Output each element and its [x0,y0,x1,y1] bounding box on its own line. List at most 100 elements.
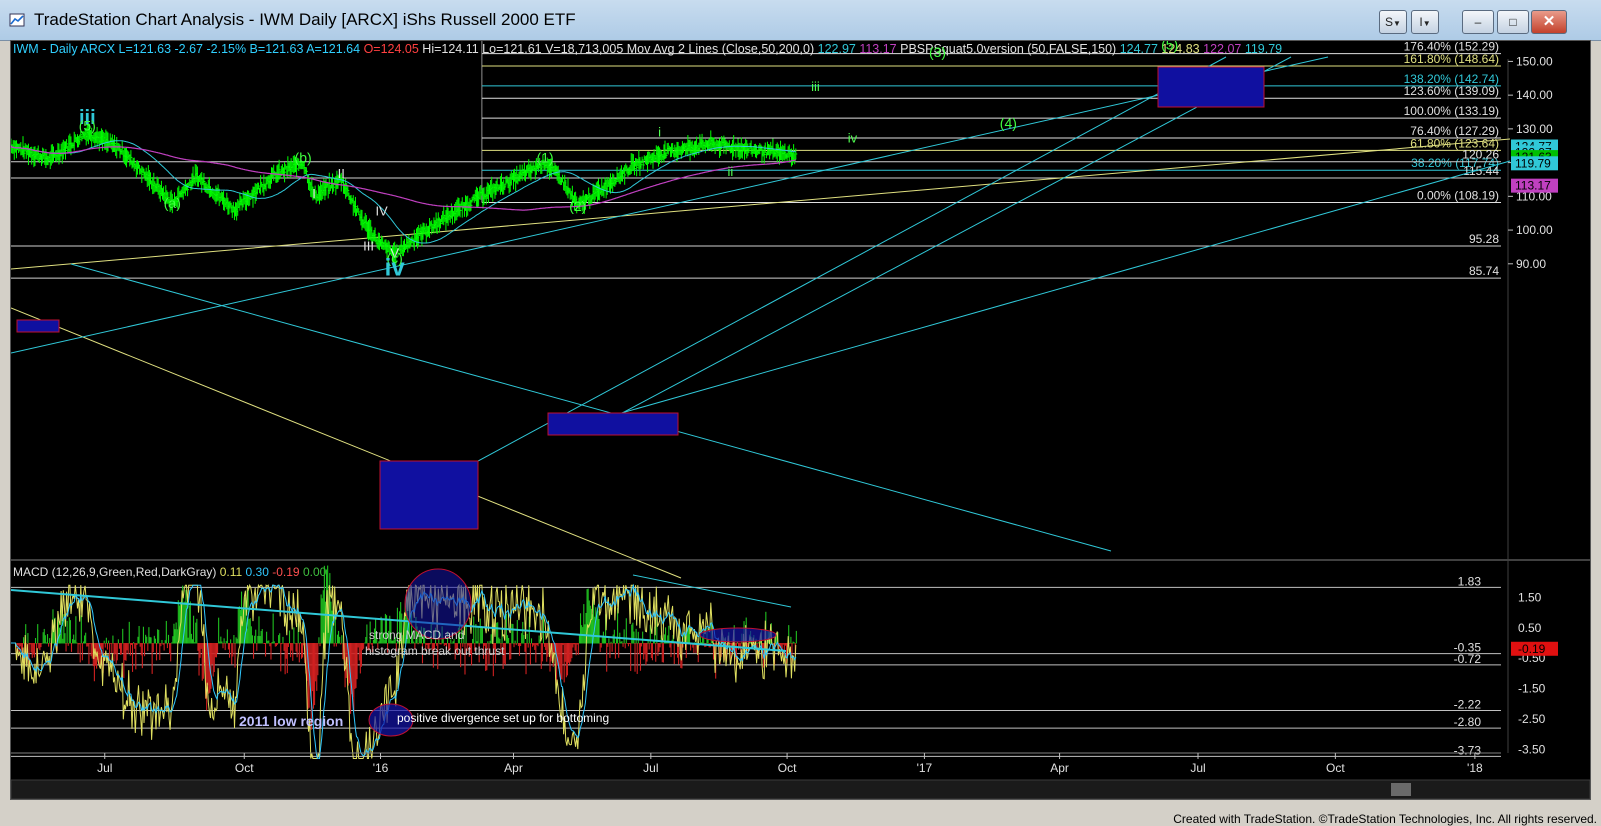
macd-histogram-bar [162,643,164,645]
macd-histogram-bar [655,643,657,662]
macd-histogram-bar [200,643,202,649]
macd-histogram-bar [227,643,230,650]
window-titlebar[interactable]: TradeStation Chart Analysis - IWM Daily … [0,0,1601,41]
maximize-button[interactable]: □ [1497,10,1529,34]
macd-histogram-bar [143,643,146,657]
macd-histogram-bar [532,643,534,647]
macd-histogram-bar [126,643,128,651]
macd-histogram-bar [73,634,75,644]
macd-histogram-bar [270,643,272,660]
macd-histogram-bar [250,626,252,644]
macd-histogram-bar [74,639,76,644]
macd-histogram-bar [287,643,289,647]
chart-window[interactable]: IWM - Daily ARCX L=121.63 -2.67 -2.15% B… [10,40,1591,800]
macd-histogram-bar [341,635,343,644]
macd-histogram-bar [282,636,284,644]
macd-histogram-bar [795,630,797,644]
macd-histogram-bar [504,643,506,665]
macd-histogram-bar [473,616,475,644]
macd-histogram-bar [321,598,323,644]
macd-histogram-bar [490,634,492,644]
macd-histogram-bar [271,642,273,644]
macd-histogram-bar [515,643,517,646]
macd-histogram-bar [171,642,173,644]
macd-histogram-bar [109,643,111,660]
macd-histogram-bar [104,643,106,648]
macd-histogram-bar [639,643,642,671]
macd-histogram-bar [124,643,126,661]
macd-histogram-bar [231,643,233,665]
symbol-link-s-button[interactable]: S▼ [1379,10,1407,34]
macd-histogram-bar [620,641,622,644]
macd-histogram-bar [84,635,86,644]
elliott-wave-label: I [312,186,316,201]
macd-histogram-bar [629,643,631,644]
macd-histogram-bar [113,643,115,662]
price-axis-tick-label: 90.00 [1516,257,1546,271]
macd-histogram-bar [147,643,149,651]
macd-histogram-bar [120,643,122,655]
macd-histogram-bar [612,634,614,644]
macd-histogram-bar [201,643,203,681]
macd-histogram-bar [106,643,109,650]
dropdown-arrow-icon: ▼ [1393,19,1401,28]
macd-histogram-bar [146,636,148,644]
macd-histogram-bar [534,643,536,650]
macd-histogram-bar [64,633,66,644]
price-chart-svg[interactable]: IWM - Daily ARCX L=121.63 -2.67 -2.15% B… [11,41,1590,799]
macd-histogram-bar [610,641,612,644]
scrollbar-thumb[interactable] [1391,783,1411,796]
macd-histogram-bar [279,633,281,644]
macd-histogram-bar [110,643,112,644]
macd-histogram-bar [496,622,498,644]
macd-histogram-bar [197,643,199,651]
macd-histogram-bar [517,643,519,647]
macd-histogram-bar [136,643,138,646]
macd-histogram-bar [264,643,267,657]
date-axis-label: Oct [1326,761,1345,775]
macd-histogram-bar [32,643,34,655]
macd-histogram-bar [318,637,320,644]
macd-histogram-bar [190,633,192,644]
date-axis-label: Apr [1050,761,1069,775]
macd-histogram-bar [158,629,160,644]
maximize-icon: □ [1509,15,1517,29]
macd-histogram-bar [133,642,135,644]
macd-histogram-bar [202,643,204,679]
elliott-wave-label: (3) [929,44,946,60]
macd-histogram-bar [570,643,572,662]
horizontal-scrollbar[interactable] [11,779,1590,799]
macd-histogram-bar [637,631,639,644]
close-icon: ✕ [1542,13,1556,30]
macd-histogram-bar [572,643,574,648]
macd-histogram-bar [210,643,212,689]
target-box-iv-low [379,460,479,530]
macd-histogram-bar [561,643,563,680]
macd-histogram-bar [195,622,197,644]
minimize-button[interactable]: ‒ [1462,10,1494,34]
macd-histogram-bar [176,629,178,644]
macd-histogram-bar [41,642,43,644]
macd-histogram-bar [164,640,166,644]
macd-histogram-bar [630,643,632,672]
macd-histogram-bar [298,643,300,663]
symbol-link-i-button[interactable]: I▼ [1411,10,1439,34]
macd-histogram-bar [235,637,237,644]
macd-histogram-bar [784,643,786,646]
macd-histogram-bar [134,643,136,649]
macd-histogram-bar [125,643,127,661]
macd-histogram-bar [524,643,526,652]
macd-axis-tick-label: 1.50 [1518,590,1542,604]
macd-level-label: -2.80 [1454,715,1482,729]
macd-histogram-bar [544,643,546,647]
macd-histogram-bar [39,643,41,651]
macd-histogram-bar [18,643,20,652]
macd-histogram-bar [340,643,342,645]
macd-histogram-bar [316,643,318,691]
macd-histogram-bar [575,643,577,656]
macd-histogram-bar [230,639,232,644]
close-button[interactable]: ✕ [1531,10,1567,34]
macd-histogram-bar [226,629,228,644]
macd-histogram-bar [29,643,31,645]
macd-histogram-bar [49,638,51,644]
